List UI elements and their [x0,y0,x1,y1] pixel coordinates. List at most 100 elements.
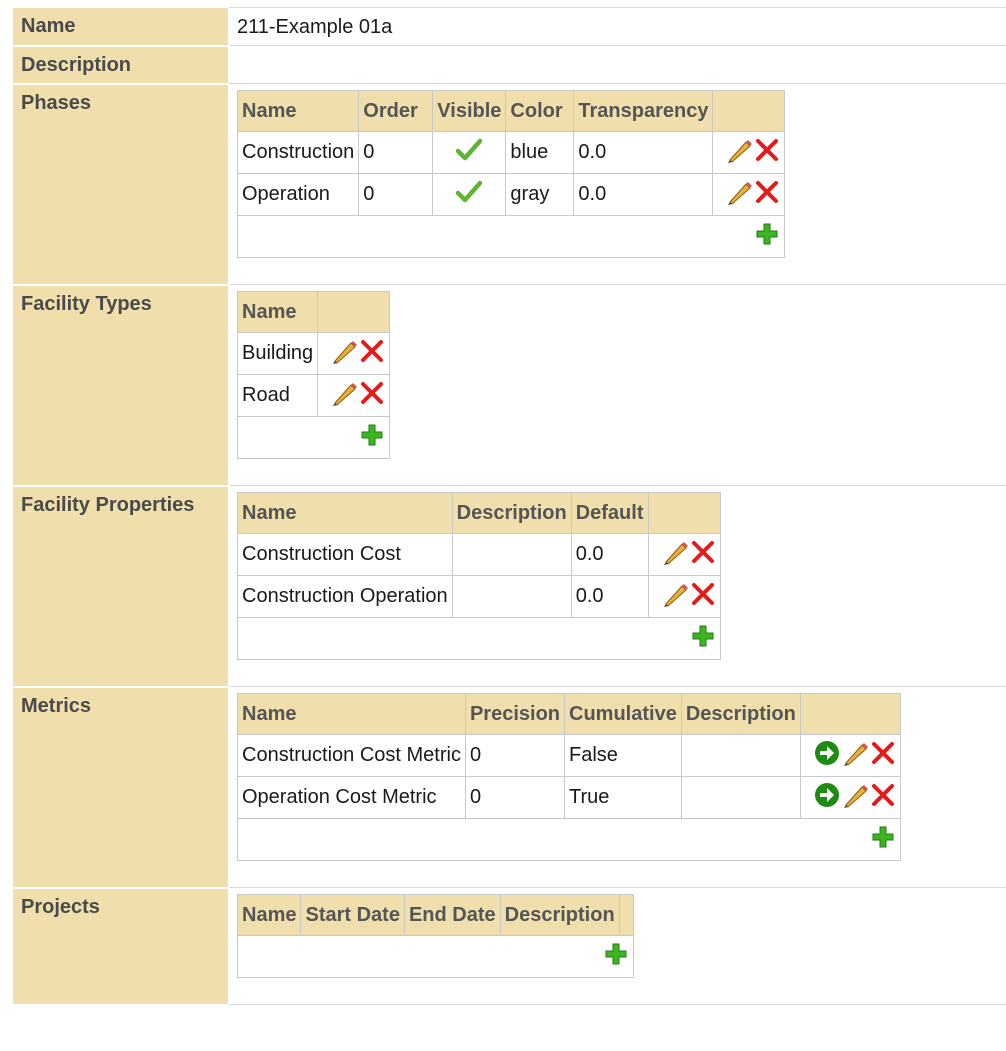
metric-cumulative: True [564,776,682,819]
row-actions [712,173,786,216]
description-label: Description [12,45,229,85]
phase-color: blue [505,131,575,174]
add-plus-icon[interactable] [692,625,714,653]
pencil-icon[interactable] [329,337,359,371]
metric-description [680,734,801,777]
metric-name: Construction Cost Metric [237,734,466,777]
add-plus-icon[interactable] [756,223,778,251]
add-row [237,617,721,660]
delete-x-icon[interactable] [690,581,716,613]
column-header: Visible [432,90,507,132]
table-row: Construction Operation 0.0 [237,575,721,618]
table-header-row: Name Precision Cumulative Description [237,693,901,735]
property-default: 0.0 [570,575,649,618]
pencil-icon[interactable] [660,538,690,572]
add-plus-icon[interactable] [605,943,627,971]
delete-x-icon[interactable] [359,380,385,412]
facility-type-name: Building [236,332,319,375]
phase-name: Construction [236,131,360,174]
column-header: Description [451,492,572,534]
add-row [237,935,634,978]
name-value: 211-Example 01a [237,16,393,38]
delete-x-icon[interactable] [754,137,780,169]
delete-x-icon[interactable] [690,539,716,571]
table-row: Construction 0 blue 0.0 [236,131,786,174]
phase-transparency: 0.0 [573,131,714,174]
property-description [451,575,572,618]
column-header: Color [505,90,575,132]
delete-x-icon[interactable] [754,179,780,211]
phases-table: Name Order Visible Color Transparency Co… [236,90,786,258]
record-detail: Name 211-Example 01a Description Phases … [12,7,1006,1006]
pencil-icon[interactable] [660,580,690,614]
projects-table: Name Start Date End Date Description [236,894,634,978]
go-arrow-icon[interactable] [814,740,840,772]
phase-visible [432,131,507,174]
table-row: Road [236,374,391,417]
row-actions [799,734,901,777]
table-row: Building [236,332,391,375]
facility-types-table: Name Building Road [236,291,391,459]
column-header: Default [570,492,649,534]
phase-name: Operation [236,173,360,216]
detail-table: Name 211-Example 01a Description Phases … [12,7,1006,1006]
delete-x-icon[interactable] [359,338,385,370]
metric-description [680,776,801,819]
property-name: Construction Operation [237,575,453,618]
checkmark-icon [456,138,483,160]
phase-color: gray [505,173,575,216]
table-row: Construction Cost 0.0 [237,533,721,576]
column-header: Order [358,90,434,132]
add-row [236,416,391,459]
facility-types-row: Facility Types Name Building Road [12,284,1006,487]
table-header-row: Name Start Date End Date Description [236,894,634,936]
description-value [237,46,1006,60]
metric-precision: 0 [464,776,566,819]
metric-name: Operation Cost Metric [237,776,466,819]
metrics-table: Name Precision Cumulative Description Co… [237,693,901,861]
property-name: Construction Cost [237,533,453,576]
actions-header [618,894,634,936]
phase-visible [432,173,507,216]
column-header: Precision [464,693,566,735]
column-header: Cumulative [564,693,682,735]
metrics-label: Metrics [12,686,229,889]
column-header: Transparency [573,90,714,132]
table-row: Operation Cost Metric 0 True [237,776,901,819]
metrics-row: Metrics Name Precision Cumulative Descri… [12,686,1006,889]
column-header: Start Date [300,894,405,936]
phase-order: 0 [358,173,434,216]
add-row [236,215,786,258]
column-header: Name [237,492,453,534]
phases-row: Phases Name Order Visible Color Transpar… [12,83,1006,286]
go-arrow-icon[interactable] [814,782,840,814]
delete-x-icon[interactable] [870,740,896,772]
column-header: Description [680,693,801,735]
table-header-row: Name Description Default [237,492,721,534]
row-actions [647,575,721,618]
pencil-icon[interactable] [329,379,359,413]
row-actions [647,533,721,576]
add-plus-icon[interactable] [361,424,383,452]
column-header: Name [237,693,466,735]
add-plus-icon[interactable] [872,826,894,854]
row-actions [799,776,901,819]
pencil-icon[interactable] [840,781,870,815]
delete-x-icon[interactable] [870,782,896,814]
facility-type-name: Road [236,374,319,417]
table-header-row: Name [236,291,391,333]
pencil-icon[interactable] [840,739,870,773]
table-row: Construction Cost Metric 0 False [237,734,901,777]
facility-properties-label: Facility Properties [12,485,229,688]
pencil-icon[interactable] [724,178,754,212]
property-description [451,533,572,576]
pencil-icon[interactable] [724,136,754,170]
facility-properties-table: Name Description Default Construction Co… [237,492,721,660]
phase-transparency: 0.0 [573,173,714,216]
row-actions [317,332,391,375]
column-header: Name [236,90,360,132]
column-header: End Date [403,894,501,936]
actions-header [799,693,901,735]
metric-cumulative: False [564,734,682,777]
name-row: Name 211-Example 01a [12,7,1006,47]
